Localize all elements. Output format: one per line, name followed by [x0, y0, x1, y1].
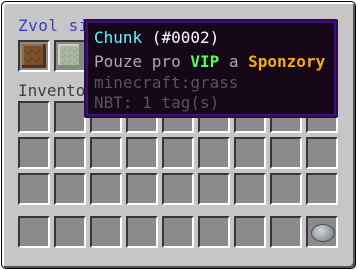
inventory-slot[interactable]	[90, 137, 122, 169]
hotbar-slot[interactable]	[198, 216, 230, 248]
inventory-slot[interactable]	[198, 137, 230, 169]
inventory-slot[interactable]	[18, 173, 50, 205]
inventory-slot[interactable]	[18, 137, 50, 169]
hotbar-slot[interactable]	[234, 216, 266, 248]
inventory-slot[interactable]	[54, 173, 86, 205]
hotbar-slot[interactable]	[306, 216, 338, 248]
tooltip-item-name: Chunk	[94, 28, 143, 47]
inventory-slot[interactable]	[198, 173, 230, 205]
hotbar-slot[interactable]	[90, 216, 122, 248]
hotbar-slot[interactable]	[126, 216, 158, 248]
tooltip-nbt: NBT: 1 tag(s)	[94, 93, 220, 112]
hotbar-slot[interactable]	[270, 216, 302, 248]
tooltip-vip: VIP	[190, 52, 220, 71]
inventory-slot[interactable]	[234, 137, 266, 169]
inventory-slot[interactable]	[162, 137, 194, 169]
inventory-slot[interactable]	[126, 137, 158, 169]
inventory-slot[interactable]	[126, 173, 158, 205]
tooltip-sponzory: Sponzory	[248, 52, 326, 71]
inventory-slot[interactable]	[54, 137, 86, 169]
tooltip-title: Chunk (#0002)	[94, 28, 219, 47]
hotbar-slot[interactable]	[162, 216, 194, 248]
inventory-slot[interactable]	[54, 101, 86, 133]
item-tooltip: Chunk (#0002) Pouze pro VIP a Sponzory m…	[84, 19, 338, 118]
tooltip-lore-mid: a	[219, 52, 249, 71]
inventory-slot[interactable]	[270, 137, 302, 169]
inventory-slot[interactable]	[162, 173, 194, 205]
inventory-slot[interactable]	[306, 137, 338, 169]
tooltip-lore-prefix: Pouze pro	[94, 52, 191, 71]
slot-dirt[interactable]	[18, 40, 50, 72]
inventory-slot[interactable]	[18, 101, 50, 133]
dirt-block-icon	[22, 44, 46, 68]
hotbar-slot[interactable]	[18, 216, 50, 248]
window-title: Zvol si	[18, 16, 89, 35]
tooltip-registry-name: minecraft:grass	[94, 73, 239, 92]
hotbar-slot[interactable]	[54, 216, 86, 248]
inventory-slot[interactable]	[306, 173, 338, 205]
stone-item-icon	[311, 224, 335, 242]
slot-grass[interactable]	[54, 40, 86, 72]
grass-block-icon	[58, 44, 82, 68]
inventory-slot[interactable]	[234, 173, 266, 205]
tooltip-item-id: (#0002)	[142, 28, 220, 47]
tooltip-lore-line: Pouze pro VIP a Sponzory	[94, 52, 325, 71]
inventory-slot[interactable]	[90, 173, 122, 205]
inventory-slot[interactable]	[270, 173, 302, 205]
